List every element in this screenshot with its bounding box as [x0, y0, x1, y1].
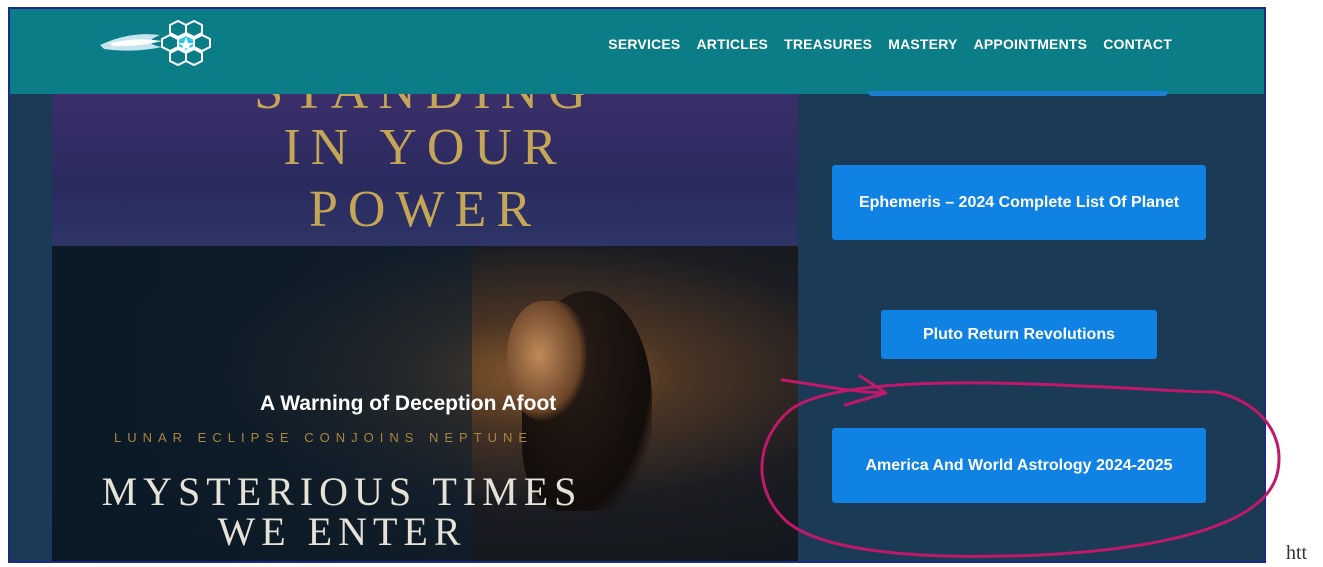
- article-subtitle: LUNAR ECLIPSE CONJOINS NEPTUNE: [114, 430, 534, 445]
- article-headline: MYSTERIOUS TIMES WE ENTER: [52, 472, 632, 552]
- hero-line-in-your: IN YOUR: [283, 119, 567, 176]
- headline-line2: WE ENTER: [217, 509, 467, 554]
- site-header: SERVICES ARTICLES TREASURES MASTERY APPO…: [10, 9, 1264, 94]
- hero-deception-article[interactable]: A Warning of Deception Afoot LUNAR ECLIP…: [52, 246, 798, 561]
- site-logo[interactable]: [90, 13, 230, 73]
- nav-treasures[interactable]: TREASURES: [784, 36, 872, 52]
- hero-standing-in-your-power[interactable]: STANDING IN YOUR POWER: [52, 94, 798, 246]
- america-world-astrology-button[interactable]: America And World Astrology 2024-2025: [832, 428, 1206, 503]
- nav-articles[interactable]: ARTICLES: [696, 36, 768, 52]
- clipped-url-text: htt: [1286, 542, 1308, 564]
- hero-line-power: POWER: [309, 181, 541, 238]
- ephemeris-button[interactable]: Ephemeris – 2024 Complete List Of Planet: [832, 165, 1206, 240]
- nav-mastery[interactable]: MASTERY: [888, 36, 957, 52]
- article-title[interactable]: A Warning of Deception Afoot: [260, 392, 556, 416]
- browser-frame: SERVICES ARTICLES TREASURES MASTERY APPO…: [8, 7, 1266, 563]
- nav-contact[interactable]: CONTACT: [1103, 36, 1172, 52]
- hero-cut-text: STANDING: [52, 94, 798, 118]
- nav-services[interactable]: SERVICES: [608, 36, 680, 52]
- nav-appointments[interactable]: APPOINTMENTS: [974, 36, 1088, 52]
- main-nav: SERVICES ARTICLES TREASURES MASTERY APPO…: [608, 36, 1172, 52]
- pluto-return-button[interactable]: Pluto Return Revolutions: [881, 310, 1157, 359]
- partial-sidebar-button[interactable]: [868, 91, 1168, 96]
- headline-line1: MYSTERIOUS TIMES: [101, 469, 583, 514]
